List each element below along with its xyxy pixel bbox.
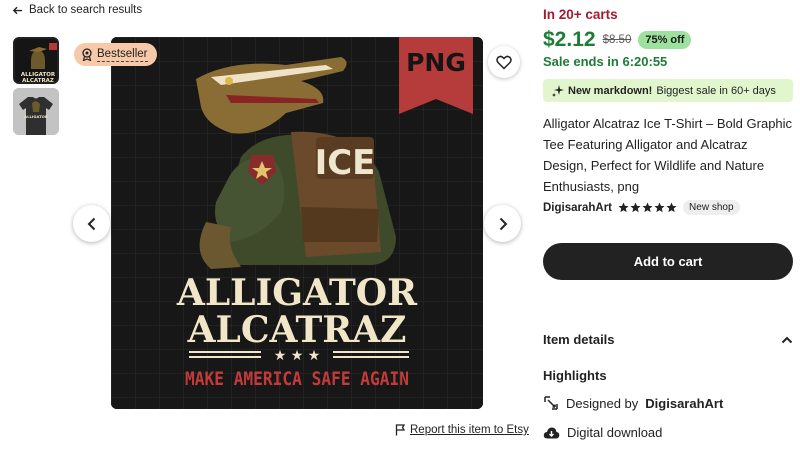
star-icon (654, 202, 665, 213)
highlight-digital-download: Digital download (543, 425, 662, 440)
thumbnail-2-image: ALLIGATOR (13, 88, 59, 135)
award-icon (82, 48, 92, 61)
add-to-cart-button[interactable]: Add to cart (543, 243, 793, 280)
star-icon (630, 202, 641, 213)
designer-name: DigisarahArt (645, 395, 724, 411)
flag-icon (395, 424, 406, 436)
listing-title: Alligator Alcatraz Ice T-Shirt – Bold Gr… (543, 116, 793, 194)
highlights-heading: Highlights (543, 368, 607, 383)
carts-count: In 20+ carts (543, 7, 618, 22)
shop-rating (618, 202, 677, 213)
vest-label: ICE (315, 143, 376, 183)
cloud-download-icon (543, 427, 560, 438)
shop-name-link[interactable]: DigisarahArt (543, 202, 612, 214)
shop-row: DigisarahArt New shop (543, 200, 740, 215)
sparkle-icon (552, 84, 564, 97)
designed-prefix: Designed by (566, 395, 639, 411)
product-artwork: ICE PNG ALLIGATOR ALCATRAZ ★ ★ ★ MAKE AM… (111, 37, 483, 409)
back-to-search-link[interactable]: Back to search results (12, 4, 142, 16)
discount-badge: 75% off (638, 31, 692, 49)
markdown-banner: New markdown! Biggest sale in 60+ days (543, 79, 793, 102)
sale-countdown: Sale ends in 6:20:55 (543, 54, 668, 69)
highlight-designed-by: Designed by DigisarahArt (543, 395, 723, 411)
bestseller-label: Bestseller (97, 47, 148, 62)
heart-icon (496, 55, 512, 70)
report-item-link[interactable]: Report this item to Etsy (395, 424, 529, 436)
price-row: $2.12 $8.50 75% off (543, 28, 692, 52)
favorite-button[interactable] (488, 46, 520, 78)
new-shop-badge: New shop (683, 200, 740, 215)
markdown-bold: New markdown! (568, 84, 653, 97)
markdown-text: Biggest sale in 60+ days (656, 84, 776, 97)
thumbnail-1[interactable]: ALLIGATOR ALCATRAZ (13, 37, 59, 84)
thumbnail-1-text-2: ALCATRAZ (22, 78, 54, 84)
bestseller-badge[interactable]: Bestseller (74, 43, 157, 66)
back-label: Back to search results (29, 4, 143, 16)
item-details-toggle[interactable]: Item details (543, 332, 793, 347)
item-details-heading: Item details (543, 332, 615, 347)
star-icon (666, 202, 677, 213)
thumbnail-2-text: ALLIGATOR (24, 114, 48, 119)
report-label: Report this item to Etsy (410, 424, 529, 436)
art-stars: ★ ★ ★ (274, 348, 321, 364)
digital-download-label: Digital download (567, 425, 663, 440)
chevron-right-icon (499, 217, 507, 230)
png-tag: PNG (406, 48, 466, 77)
chevron-left-icon (87, 217, 95, 230)
sale-price: $2.12 (543, 28, 596, 51)
original-price: $8.50 (602, 34, 632, 46)
art-line-2: ALCATRAZ (187, 309, 407, 351)
next-image-button[interactable] (484, 205, 521, 242)
thumbnail-2[interactable]: ALLIGATOR (13, 88, 59, 135)
arrow-left-icon (12, 6, 23, 14)
art-line-1: ALLIGATOR (176, 272, 418, 314)
star-icon (618, 202, 629, 213)
thumbnail-1-image: ALLIGATOR ALCATRAZ (15, 39, 57, 84)
art-slogan: MAKE AMERICA SAFE AGAIN (185, 368, 409, 390)
design-icon (544, 396, 558, 410)
chevron-up-icon (781, 336, 793, 343)
star-icon (642, 202, 653, 213)
main-product-image: ICE PNG ALLIGATOR ALCATRAZ ★ ★ ★ MAKE AM… (111, 37, 483, 409)
previous-image-button[interactable] (73, 205, 110, 242)
